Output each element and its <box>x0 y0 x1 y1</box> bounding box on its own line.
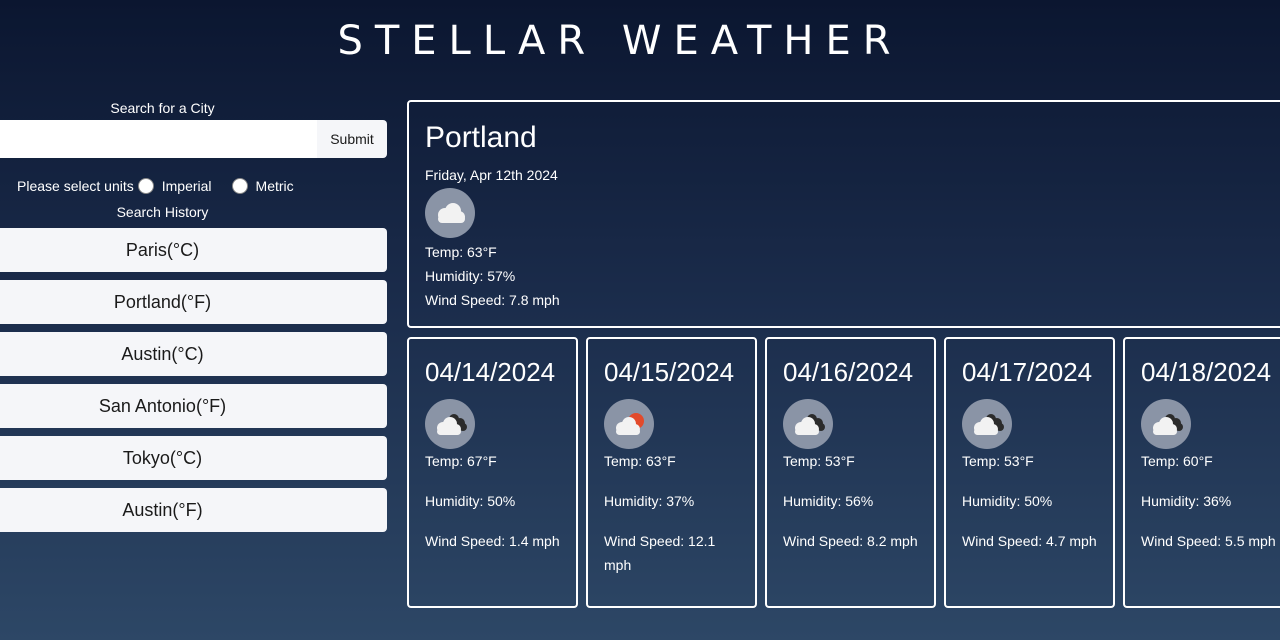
history-item[interactable]: Portland(°F) <box>0 280 387 324</box>
forecast-card: 04/18/2024 Temp: 60°F Humidity: 36% Wind… <box>1123 337 1280 608</box>
imperial-radio[interactable] <box>137 178 154 194</box>
forecast-wind: Wind Speed: 12.1 mph <box>604 533 716 573</box>
sidebar: Search for a City Submit Please select u… <box>0 98 387 540</box>
current-temp: Temp: 63°F <box>425 244 497 260</box>
forecast-date: 04/15/2024 <box>604 357 735 387</box>
search-label: Search for a City <box>110 100 215 116</box>
forecast-wind: Wind Speed: 4.7 mph <box>962 533 1097 549</box>
app-title: STELLAR WEATHER <box>337 18 903 64</box>
forecast-temp: Temp: 63°F <box>604 453 676 469</box>
metric-radio[interactable] <box>231 178 248 194</box>
broken-clouds-icon <box>425 399 475 449</box>
forecast-card: 04/14/2024 Temp: 67°F Humidity: 50% Wind… <box>407 337 578 608</box>
current-wind: Wind Speed: 7.8 mph <box>425 292 560 308</box>
current-stats: Temp: 63°F Humidity: 57% Wind Speed: 7.8… <box>425 240 1279 312</box>
cloud-icon <box>425 188 475 238</box>
forecast-wind: Wind Speed: 5.5 mph <box>1141 533 1276 549</box>
units-prompt: Please select units <box>17 178 134 194</box>
forecast-temp: Temp: 53°F <box>783 453 855 469</box>
current-city-name: Portland <box>425 121 537 154</box>
forecast-wind: Wind Speed: 8.2 mph <box>783 533 918 549</box>
submit-button[interactable]: Submit <box>317 120 387 158</box>
forecast-humidity: Humidity: 36% <box>1141 493 1232 509</box>
forecast-humidity: Humidity: 56% <box>783 493 874 509</box>
forecast-date: 04/17/2024 <box>962 357 1093 387</box>
forecast-humidity: Humidity: 50% <box>425 493 516 509</box>
metric-label[interactable]: Metric <box>256 178 294 194</box>
broken-clouds-icon <box>783 399 833 449</box>
forecast-humidity: Humidity: 37% <box>604 493 695 509</box>
forecast-date: 04/18/2024 <box>1141 357 1272 387</box>
history-item[interactable]: Austin(°F) <box>0 488 387 532</box>
history-item[interactable]: San Antonio(°F) <box>0 384 387 428</box>
history-item[interactable]: Paris(°C) <box>0 228 387 272</box>
forecast-wind: Wind Speed: 1.4 mph <box>425 533 560 549</box>
broken-clouds-icon <box>1141 399 1191 449</box>
current-humidity: Humidity: 57% <box>425 268 516 284</box>
forecast-humidity: Humidity: 50% <box>962 493 1053 509</box>
search-history-label: Search History <box>116 204 209 220</box>
current-weather-card: Portland Friday, Apr 12th 2024 Temp: 63°… <box>407 100 1280 328</box>
forecast-row: 04/14/2024 Temp: 67°F Humidity: 50% Wind… <box>407 337 1280 608</box>
forecast-card: 04/16/2024 Temp: 53°F Humidity: 56% Wind… <box>765 337 936 608</box>
city-search-input[interactable] <box>0 120 317 158</box>
imperial-label[interactable]: Imperial <box>162 178 212 194</box>
partly-cloudy-icon <box>604 399 654 449</box>
forecast-date: 04/14/2024 <box>425 357 556 387</box>
forecast-temp: Temp: 67°F <box>425 453 497 469</box>
history-item[interactable]: Tokyo(°C) <box>0 436 387 480</box>
forecast-card: 04/17/2024 Temp: 53°F Humidity: 50% Wind… <box>944 337 1115 608</box>
broken-clouds-icon <box>962 399 1012 449</box>
history-item[interactable]: Austin(°C) <box>0 332 387 376</box>
forecast-card: 04/15/2024 Temp: 63°F Humidity: 37% Wind… <box>586 337 757 608</box>
forecast-temp: Temp: 53°F <box>962 453 1034 469</box>
units-selector: Please select units Imperial Metric <box>17 178 387 194</box>
search-history-list: Paris(°C) Portland(°F) Austin(°C) San An… <box>0 228 387 532</box>
forecast-temp: Temp: 60°F <box>1141 453 1213 469</box>
forecast-date: 04/16/2024 <box>783 357 914 387</box>
search-row: Submit <box>0 120 387 158</box>
current-date: Friday, Apr 12th 2024 <box>425 167 558 183</box>
